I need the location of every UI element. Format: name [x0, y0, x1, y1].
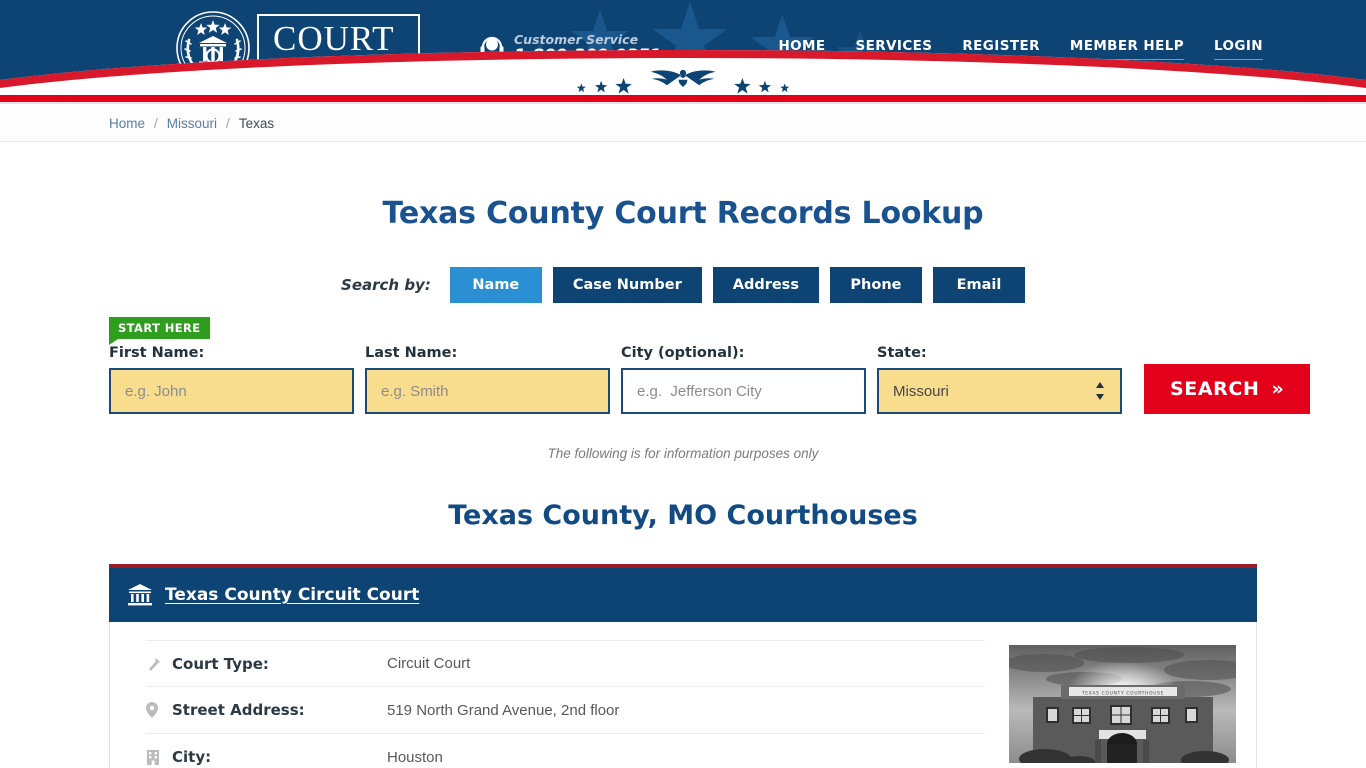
state-field-group: State: Missouri: [877, 345, 1133, 414]
state-select[interactable]: Missouri: [877, 368, 1122, 414]
search-form: First Name: Last Name: City (optional): …: [109, 345, 1311, 414]
table-row: Court Type: Circuit Court: [146, 640, 985, 687]
chevron-double-right-icon: »: [1271, 378, 1285, 400]
court-card: Texas County Circuit Court Court Type: C…: [109, 564, 1257, 768]
header-red-bar: [0, 95, 1366, 102]
tab-phone[interactable]: Phone: [829, 267, 922, 303]
tab-email[interactable]: Email: [932, 267, 1025, 303]
svg-text:TEXAS COUNTY COURTHOUSE: TEXAS COUNTY COURTHOUSE: [1081, 691, 1164, 697]
main-content: Texas County Court Records Lookup Search…: [93, 196, 1311, 768]
detail-key: Court Type:: [172, 654, 269, 673]
breadcrumb-separator: /: [226, 115, 230, 131]
tab-case-number[interactable]: Case Number: [552, 267, 702, 303]
customer-service-label: Customer Service: [514, 32, 639, 47]
start-here-badge: START HERE: [109, 317, 210, 345]
last-name-input[interactable]: [365, 368, 610, 414]
court-card-body: Court Type: Circuit Court Street Address…: [109, 622, 1257, 768]
city-field-group: City (optional):: [621, 345, 877, 414]
section-title: Texas County, MO Courthouses: [448, 500, 918, 531]
detail-value: Houston: [387, 748, 443, 766]
search-by-label: Search by:: [341, 276, 431, 294]
detail-key: Street Address:: [172, 701, 305, 719]
search-by-tabs: Search by: Name Case Number Address Phon…: [109, 267, 1257, 303]
last-name-field-group: Last Name:: [365, 345, 621, 414]
first-name-field-group: First Name:: [109, 345, 365, 414]
start-here-row: START HERE: [109, 317, 1257, 345]
site-header: COURT CASE FINDER Customer Service 1-800…: [0, 0, 1366, 95]
tab-name[interactable]: Name: [449, 267, 542, 303]
court-details-list: Court Type: Circuit Court Street Address…: [146, 640, 1009, 768]
court-card-header: Texas County Circuit Court: [109, 568, 1257, 622]
bank-courthouse-icon: [128, 584, 152, 606]
chevron-updown-icon: [1096, 382, 1104, 400]
table-row: Street Address: 519 North Grand Avenue, …: [146, 687, 985, 734]
disclaimer-text: The following is for information purpose…: [547, 446, 819, 461]
city-label: City (optional):: [621, 345, 745, 361]
breadcrumb: Home / Missouri / Texas: [93, 104, 1273, 142]
first-name-input[interactable]: [109, 368, 354, 414]
breadcrumb-separator: /: [154, 115, 158, 131]
courthouse-photo-image: TEXAS COUNTY COURTHOUSE: [1009, 645, 1236, 763]
state-label: State:: [877, 345, 927, 361]
breadcrumb-item-missouri[interactable]: Missouri: [167, 116, 217, 131]
last-name-label: Last Name:: [365, 345, 458, 361]
gavel-icon: [146, 656, 172, 672]
breadcrumb-item-texas-current: Texas: [238, 115, 275, 131]
page-title: Texas County Court Records Lookup: [382, 196, 984, 231]
building-icon: [146, 749, 172, 765]
search-button-label: SEARCH: [1170, 378, 1260, 400]
city-input[interactable]: [621, 368, 866, 414]
first-name-label: First Name:: [109, 345, 205, 361]
map-pin-icon: [146, 702, 172, 718]
eagle-banner-decoration: [0, 50, 1366, 95]
detail-value: 519 North Grand Avenue, 2nd floor: [387, 701, 620, 719]
detail-value: Circuit Court: [387, 655, 471, 672]
tab-address[interactable]: Address: [712, 267, 819, 303]
state-select-value: Missouri: [893, 382, 949, 400]
court-title-link[interactable]: Texas County Circuit Court: [165, 585, 419, 605]
breadcrumb-item-home[interactable]: Home: [109, 116, 145, 131]
table-row: City: Houston: [146, 734, 985, 768]
search-button[interactable]: SEARCH »: [1144, 364, 1311, 414]
courthouse-photo: TEXAS COUNTY COURTHOUSE: [1009, 640, 1236, 768]
breadcrumb-bar: Home / Missouri / Texas: [0, 104, 1366, 142]
detail-key: City:: [172, 748, 212, 766]
